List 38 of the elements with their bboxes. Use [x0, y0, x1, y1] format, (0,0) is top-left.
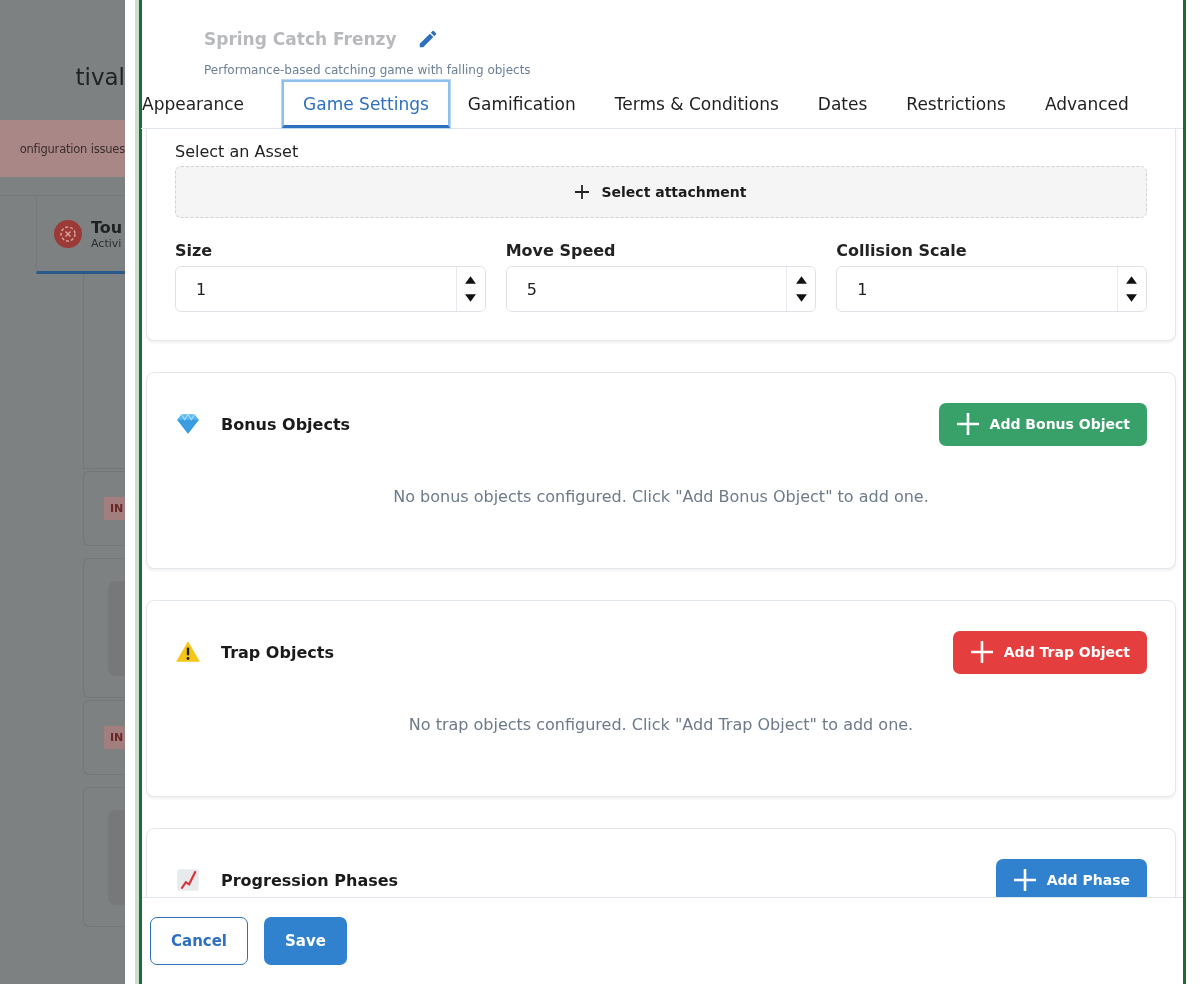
- alert-banner: onfiguration issues: [0, 120, 125, 177]
- tab-subtitle: Activi: [91, 236, 123, 250]
- status-badge: IN: [104, 497, 125, 520]
- settings-tab[interactable]: Dates: [816, 80, 869, 128]
- plus-icon: [575, 185, 590, 199]
- warning-icon: [175, 639, 201, 665]
- number-field[interactable]: 5: [505, 266, 817, 312]
- plus-icon: [1012, 868, 1037, 892]
- cancel-button[interactable]: Cancel: [150, 917, 248, 965]
- empty-message: No bonus objects configured. Click "Add Bonus Object" to add one.: [392, 487, 930, 506]
- settings-tab[interactable]: Advanced: [1043, 80, 1130, 128]
- page-title: tival: [75, 64, 125, 92]
- number-field[interactable]: 1: [175, 266, 486, 312]
- plus-icon: [969, 640, 994, 664]
- settings-tab[interactable]: Terms & Conditions: [613, 80, 780, 128]
- settings-tab[interactable]: Appearance: [141, 80, 246, 128]
- settings-tab[interactable]: Restrictions: [905, 80, 1007, 128]
- field-label: Select an Asset: [175, 142, 300, 161]
- field-label: Collision Scale: [836, 241, 968, 260]
- save-button[interactable]: Save: [264, 917, 347, 965]
- add-button[interactable]: Add Trap Object: [952, 630, 1147, 674]
- game-title: Spring Catch Frenzy: [204, 29, 397, 49]
- chart-icon: [175, 867, 201, 893]
- section-title: Bonus Objects: [221, 414, 352, 434]
- field-label: Move Speed: [505, 241, 617, 260]
- error-icon: [54, 219, 82, 248]
- add-button[interactable]: Add Phase: [995, 858, 1147, 897]
- empty-message: No trap objects configured. Click "Add Trap Object" to add one.: [407, 715, 915, 734]
- section-title: Progression Phases: [221, 870, 400, 890]
- plus-icon: [955, 412, 980, 436]
- field-label: Size: [175, 241, 214, 260]
- section-title: Trap Objects: [221, 642, 335, 662]
- settings-tab[interactable]: Game Settings: [282, 80, 450, 128]
- settings-tab[interactable]: Gamification: [466, 80, 577, 128]
- number-field[interactable]: 1: [836, 266, 1147, 312]
- tab-title: Tou: [91, 217, 123, 237]
- select-attachment-button[interactable]: Select attachment: [175, 166, 1147, 218]
- status-badge: IN: [104, 726, 125, 749]
